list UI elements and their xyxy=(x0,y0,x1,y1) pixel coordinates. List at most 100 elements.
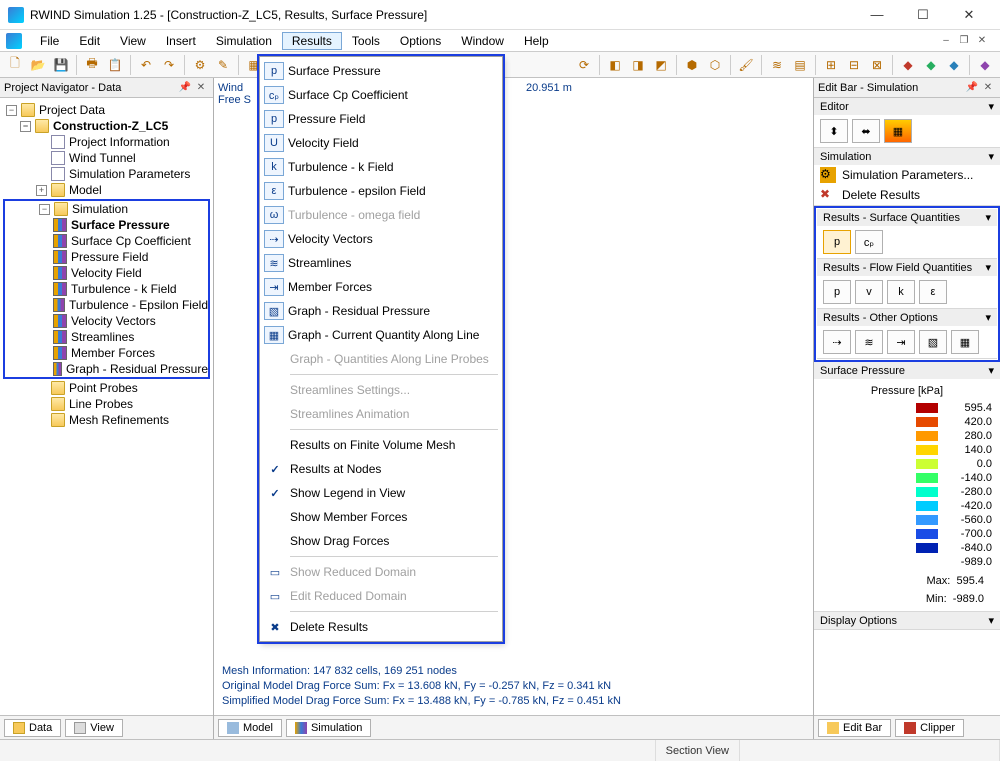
k-button[interactable]: k xyxy=(887,280,915,304)
tree-item[interactable]: Project Information xyxy=(2,134,211,150)
tool-icon[interactable]: ✎ xyxy=(212,54,234,76)
tab-data[interactable]: Data xyxy=(4,719,61,737)
grid-icon[interactable]: ⊠ xyxy=(866,54,888,76)
tree-sim-item[interactable]: Member Forces xyxy=(5,345,208,361)
menu-item[interactable]: ▦Graph - Current Quantity Along Line xyxy=(260,323,502,347)
menu-edit[interactable]: Edit xyxy=(69,32,110,50)
tree-item[interactable]: Wind Tunnel xyxy=(2,150,211,166)
tab-simulation[interactable]: Simulation xyxy=(286,719,371,737)
view-icon[interactable]: ◨ xyxy=(627,54,649,76)
new-icon[interactable]: 🗋 xyxy=(4,54,26,76)
tree-project[interactable]: −Construction-Z_LC5 xyxy=(2,118,211,134)
tree-sim-item[interactable]: Turbulence - k Field xyxy=(5,281,208,297)
chevron-down-icon[interactable]: ▾ xyxy=(988,150,994,163)
mdi-restore-icon[interactable]: ❐ xyxy=(956,34,972,48)
refresh-icon[interactable]: ⟳ xyxy=(573,54,595,76)
sim-params-link[interactable]: ⚙Simulation Parameters... xyxy=(814,165,1000,185)
solid-icon[interactable]: ◆ xyxy=(943,54,965,76)
solid-icon[interactable]: ◆ xyxy=(897,54,919,76)
tree-sim-item[interactable]: Turbulence - Epsilon Field xyxy=(5,297,208,313)
tab-model[interactable]: Model xyxy=(218,719,282,737)
menu-item[interactable]: ≋Streamlines xyxy=(260,251,502,275)
menu-item[interactable]: ✓Results at Nodes xyxy=(260,457,502,481)
tree-sim-item[interactable]: Velocity Field xyxy=(5,265,208,281)
menu-item[interactable]: εTurbulence - epsilon Field xyxy=(260,179,502,203)
menu-item[interactable]: ⇢Velocity Vectors xyxy=(260,227,502,251)
view-icon[interactable]: ◧ xyxy=(604,54,626,76)
tree-sim-item[interactable]: Graph - Residual Pressure xyxy=(5,361,208,377)
menu-options[interactable]: Options xyxy=(390,32,451,50)
opt-button[interactable]: ⇢ xyxy=(823,330,851,354)
delete-results-link[interactable]: ✖Delete Results xyxy=(814,185,1000,205)
chevron-down-icon[interactable]: ▾ xyxy=(985,211,991,224)
close-icon[interactable]: ✕ xyxy=(980,81,996,95)
p-button[interactable]: p xyxy=(823,230,851,254)
tab-view[interactable]: View xyxy=(65,719,123,737)
menu-item[interactable]: cₚSurface Cp Coefficient xyxy=(260,83,502,107)
layers-icon[interactable]: ≋ xyxy=(766,54,788,76)
menu-window[interactable]: Window xyxy=(451,32,514,50)
mdi-min-icon[interactable]: – xyxy=(938,34,954,48)
menu-item[interactable]: ▧Graph - Residual Pressure xyxy=(260,299,502,323)
close-button[interactable]: ✕ xyxy=(946,0,992,30)
tree-simulation[interactable]: −Simulation xyxy=(5,201,208,217)
grid-icon[interactable]: ⊟ xyxy=(843,54,865,76)
chevron-down-icon[interactable]: ▾ xyxy=(988,364,994,377)
menu-results[interactable]: Results xyxy=(282,32,342,50)
close-icon[interactable]: ✕ xyxy=(193,81,209,95)
layers-icon[interactable]: ▤ xyxy=(789,54,811,76)
cube-icon[interactable]: ⬡ xyxy=(704,54,726,76)
tree-item[interactable]: Line Probes xyxy=(2,396,211,412)
chevron-down-icon[interactable]: ▾ xyxy=(988,100,994,113)
open-icon[interactable]: 📂 xyxy=(27,54,49,76)
menu-item[interactable]: ⇥Member Forces xyxy=(260,275,502,299)
tree-sim-item[interactable]: Streamlines xyxy=(5,329,208,345)
pin-icon[interactable]: 📌 xyxy=(964,81,980,95)
menu-view[interactable]: View xyxy=(110,32,156,50)
menu-item[interactable]: Show Member Forces xyxy=(260,505,502,529)
minimize-button[interactable]: — xyxy=(854,0,900,30)
menu-item[interactable]: UVelocity Field xyxy=(260,131,502,155)
menu-item[interactable]: Show Drag Forces xyxy=(260,529,502,553)
tree-item[interactable]: Point Probes xyxy=(2,380,211,396)
menu-insert[interactable]: Insert xyxy=(156,32,206,50)
p-button[interactable]: p xyxy=(823,280,851,304)
menu-item[interactable]: ✖Delete Results xyxy=(260,615,502,639)
menu-item[interactable]: pPressure Field xyxy=(260,107,502,131)
pin-icon[interactable]: 📌 xyxy=(177,81,193,95)
menu-item[interactable]: kTurbulence - k Field xyxy=(260,155,502,179)
opt-button[interactable]: ≋ xyxy=(855,330,883,354)
tab-clipper[interactable]: Clipper xyxy=(895,719,964,737)
chevron-down-icon[interactable]: ▾ xyxy=(985,311,991,324)
menu-item[interactable]: pSurface Pressure xyxy=(260,59,502,83)
menu-help[interactable]: Help xyxy=(514,32,559,50)
solid-icon[interactable]: ◆ xyxy=(920,54,942,76)
view-icon[interactable]: ◩ xyxy=(650,54,672,76)
tree-sim-item[interactable]: Pressure Field xyxy=(5,249,208,265)
tree-sim-item[interactable]: Surface Pressure xyxy=(5,217,208,233)
project-tree[interactable]: −Project Data −Construction-Z_LC5 Projec… xyxy=(0,98,213,715)
mdi-close-icon[interactable]: ✕ xyxy=(974,34,990,48)
menu-tools[interactable]: Tools xyxy=(342,32,390,50)
undo-icon[interactable]: ↶ xyxy=(135,54,157,76)
editor-btn[interactable]: ▦ xyxy=(884,119,912,143)
tree-item[interactable]: Mesh Refinements xyxy=(2,412,211,428)
eps-button[interactable]: ε xyxy=(919,280,947,304)
save-icon[interactable]: 💾 xyxy=(50,54,72,76)
tree-item[interactable]: Simulation Parameters xyxy=(2,166,211,182)
menu-simulation[interactable]: Simulation xyxy=(206,32,282,50)
copy-icon[interactable]: 📋 xyxy=(104,54,126,76)
cube-icon[interactable]: ⬢ xyxy=(681,54,703,76)
print-icon[interactable]: 🖶 xyxy=(81,54,103,76)
style-icon[interactable]: 🖌 xyxy=(735,54,757,76)
cp-button[interactable]: cₚ xyxy=(855,230,883,254)
opt-button[interactable]: ⇥ xyxy=(887,330,915,354)
redo-icon[interactable]: ↷ xyxy=(158,54,180,76)
tree-model[interactable]: +Model xyxy=(2,182,211,198)
menu-file[interactable]: File xyxy=(30,32,69,50)
tree-root[interactable]: −Project Data xyxy=(2,102,211,118)
maximize-button[interactable]: ☐ xyxy=(900,0,946,30)
tree-sim-item[interactable]: Surface Cp Coefficient xyxy=(5,233,208,249)
menu-item[interactable]: ✓Show Legend in View xyxy=(260,481,502,505)
chevron-down-icon[interactable]: ▾ xyxy=(988,614,994,627)
